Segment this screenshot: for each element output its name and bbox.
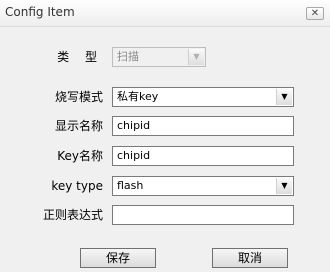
save-button[interactable]: 保存 <box>80 248 156 268</box>
display-name-label: 显示名称 <box>54 119 103 133</box>
window-title: Config Item <box>5 5 75 19</box>
burn-mode-label: 烧写模式 <box>54 90 103 104</box>
key-type-label: key type <box>51 179 103 193</box>
close-button[interactable]: ✕ <box>306 7 324 20</box>
chevron-down-icon: ▼ <box>188 49 204 65</box>
cancel-button[interactable]: 取消 <box>212 248 288 268</box>
title-bar: Config Item ✕ <box>0 0 330 27</box>
type-select[interactable]: 扫描 ▼ <box>112 47 206 67</box>
display-name-input[interactable]: chipid <box>112 116 294 136</box>
key-type-value: flash <box>117 179 144 192</box>
burn-mode-value: 私有key <box>117 90 159 103</box>
chevron-down-icon: ▼ <box>276 89 292 105</box>
chevron-down-icon: ▼ <box>276 178 292 194</box>
close-icon: ✕ <box>310 8 320 19</box>
regex-label: 正则表达式 <box>42 208 103 222</box>
burn-mode-select[interactable]: 私有key ▼ <box>112 87 294 107</box>
type-select-value: 扫描 <box>117 50 139 63</box>
regex-input[interactable] <box>112 205 294 225</box>
key-name-label: Key名称 <box>57 149 103 163</box>
key-name-input[interactable]: chipid <box>112 146 294 166</box>
type-label: 类 型 <box>57 50 103 64</box>
key-type-select[interactable]: flash ▼ <box>112 176 294 196</box>
